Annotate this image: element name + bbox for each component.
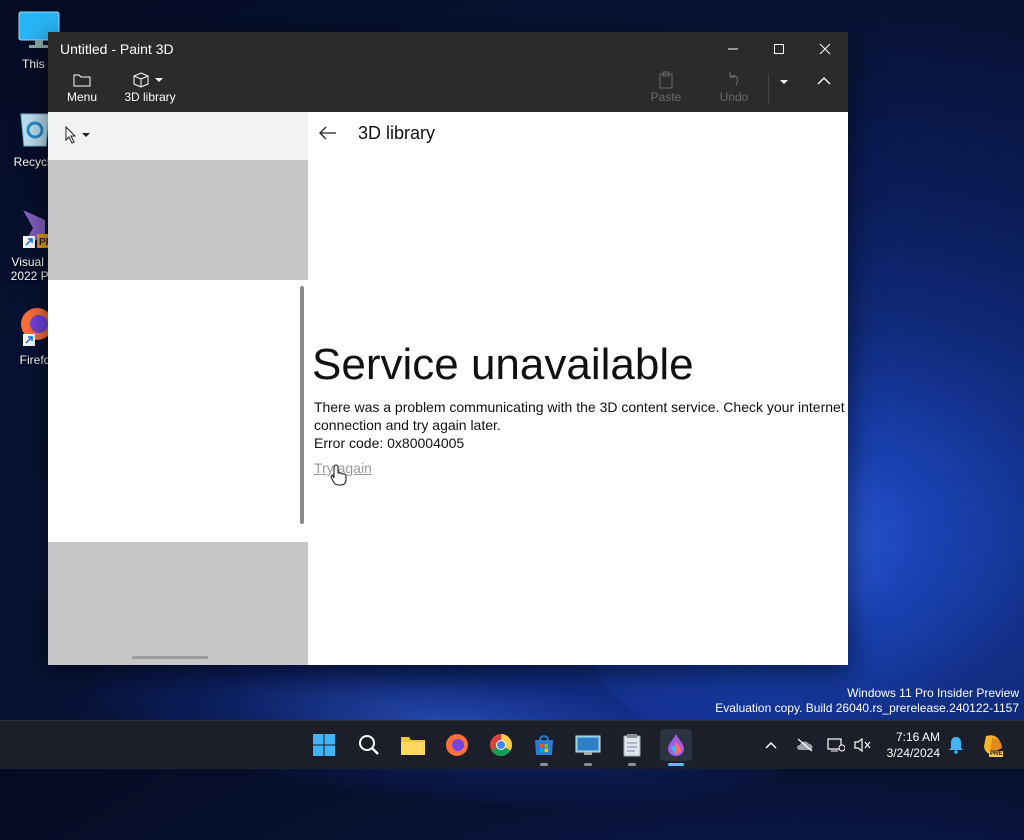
remote-desktop-icon (575, 735, 601, 755)
side-pane-content (48, 280, 308, 542)
side-pane-footer (48, 542, 308, 665)
error-heading: Service unavailable (312, 340, 694, 389)
error-message: There was a problem communicating with t… (314, 399, 845, 433)
more-options-button[interactable] (774, 76, 794, 91)
firefox-icon (446, 734, 468, 756)
maximize-button[interactable] (756, 32, 802, 66)
chevron-up-icon (765, 741, 777, 749)
pointer-arrow-icon (65, 125, 90, 144)
close-button[interactable] (802, 32, 848, 66)
volume-button[interactable] (854, 721, 872, 769)
3d-library-label: 3D library (124, 90, 176, 104)
3d-library-button[interactable]: 3D library (122, 70, 178, 104)
running-indicator (584, 763, 592, 766)
network-disconnected-icon (827, 738, 845, 752)
search-button[interactable] (353, 729, 385, 761)
window-title: Untitled - Paint 3D (60, 41, 174, 57)
running-indicator (628, 763, 636, 766)
menu-label: Menu (66, 90, 98, 104)
maximize-icon (774, 44, 784, 54)
undo-label: Undo (719, 90, 749, 104)
undo-button[interactable]: Undo (714, 70, 754, 104)
title-bar[interactable]: Untitled - Paint 3D (48, 32, 848, 66)
paint-3d-icon (668, 734, 684, 756)
collapse-toolbar-button[interactable] (812, 74, 836, 91)
minimize-button[interactable] (710, 32, 756, 66)
start-icon (313, 734, 335, 756)
taskbar-remote-desktop[interactable] (572, 729, 604, 766)
3d-library-panel: 3D library Service unavailable There was… (308, 112, 848, 665)
file-explorer-icon (401, 737, 425, 755)
panel-header: 3D library (308, 112, 435, 154)
clock-time: 7:16 AM (895, 730, 940, 744)
paste-icon (646, 70, 686, 90)
running-indicator (540, 763, 548, 766)
search-icon (359, 735, 379, 755)
hand-cursor-icon (330, 464, 348, 491)
taskbar-notepad[interactable] (616, 729, 648, 766)
notepad-icon (623, 734, 641, 757)
volume-muted-icon (854, 737, 871, 753)
undo-icon (714, 70, 754, 90)
tools-side-pane (48, 112, 308, 665)
chevron-down-icon (780, 80, 788, 84)
toolbar-divider (768, 74, 769, 104)
show-hidden-icons-button[interactable] (764, 721, 778, 769)
start-button[interactable] (308, 729, 340, 761)
close-icon (819, 43, 831, 55)
taskbar-firefox[interactable] (441, 729, 473, 761)
chrome-icon (490, 734, 512, 756)
cloud-offline-icon (797, 738, 813, 752)
toolbar: Menu 3D library Paste Undo (48, 66, 848, 112)
network-button[interactable] (827, 721, 845, 769)
error-code: Error code: 0x80004005 (314, 435, 465, 451)
minimize-icon (728, 48, 738, 50)
taskbar-paint-3d[interactable] (660, 729, 692, 766)
onedrive-button[interactable] (795, 721, 815, 769)
back-button[interactable] (308, 112, 348, 154)
clock[interactable]: 7:16 AM 3/24/2024 (878, 729, 940, 761)
copilot-preview-button[interactable]: PRE (980, 721, 1006, 769)
taskbar-file-explorer[interactable] (397, 729, 429, 761)
active-indicator (668, 763, 684, 766)
chevron-up-icon (817, 77, 831, 85)
taskbar-store[interactable] (528, 729, 560, 766)
paint-3d-window: Untitled - Paint 3D Menu 3D library Past… (48, 32, 848, 665)
paste-label: Paste (650, 90, 682, 104)
notifications-button[interactable] (948, 721, 964, 769)
taskbar-chrome[interactable] (485, 729, 517, 761)
menu-button[interactable]: Menu (62, 70, 102, 104)
preview-badge: PRE (989, 751, 1004, 757)
side-pane-section (48, 160, 308, 280)
bell-icon (949, 737, 963, 754)
folder-icon (62, 70, 102, 90)
panel-title: 3D library (358, 122, 436, 143)
drag-handle[interactable] (132, 656, 208, 659)
watermark-line-2: Evaluation copy. Build 26040.rs_prerelea… (715, 701, 1019, 715)
paste-button[interactable]: Paste (646, 70, 686, 104)
side-pane-scrollbar[interactable] (300, 286, 304, 524)
watermark-line-1: Windows 11 Pro Insider Preview (847, 686, 1019, 700)
select-tool-button[interactable] (64, 125, 94, 149)
back-arrow-icon (319, 126, 336, 140)
windows-watermark: Windows 11 Pro Insider Preview Evaluatio… (715, 686, 1019, 716)
store-icon (535, 735, 553, 755)
select-tool-row (48, 112, 308, 160)
taskbar: 7:16 AM 3/24/2024 PRE (0, 720, 1024, 769)
clock-date: 3/24/2024 (886, 746, 940, 760)
3d-library-icon (122, 70, 178, 90)
